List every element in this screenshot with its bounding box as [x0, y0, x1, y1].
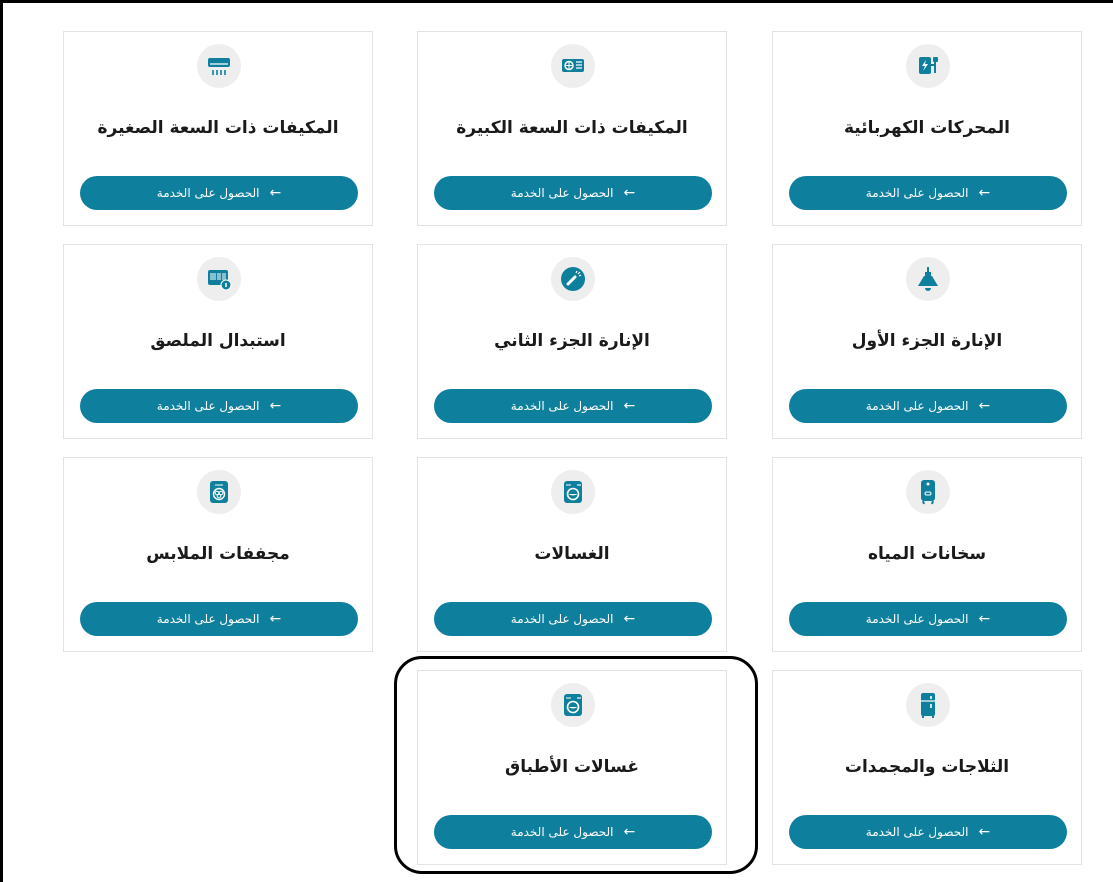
label-barcode-icon	[197, 257, 241, 301]
plug-icon	[906, 44, 950, 88]
get-service-label: الحصول على الخدمة	[156, 612, 260, 626]
service-title: الغسالات	[534, 544, 610, 564]
service-card-refrigerators: الثلاجات والمجمدات الحصول على الخدمة ←	[772, 670, 1082, 865]
service-title: الإنارة الجزء الثاني	[494, 331, 650, 351]
get-service-label: الحصول على الخدمة	[510, 612, 614, 626]
service-card-small-ac: المكيفات ذات السعة الصغيرة الحصول على ال…	[63, 31, 373, 226]
get-service-button[interactable]: الحصول على الخدمة ←	[80, 389, 358, 423]
arrow-left-icon: ←	[978, 611, 991, 627]
arrow-left-icon: ←	[623, 185, 636, 201]
arrow-left-icon: ←	[269, 185, 282, 201]
flashlight-icon	[551, 257, 595, 301]
service-card-clothes-dryers: مجففات الملابس الحصول على الخدمة ←	[63, 457, 373, 652]
service-title: الإنارة الجزء الأول	[851, 331, 1003, 351]
get-service-button[interactable]: الحصول على الخدمة ←	[789, 602, 1067, 636]
get-service-label: الحصول على الخدمة	[865, 399, 969, 413]
get-service-button[interactable]: الحصول على الخدمة ←	[80, 602, 358, 636]
dishwasher-icon	[551, 683, 595, 727]
get-service-label: الحصول على الخدمة	[510, 399, 614, 413]
get-service-button[interactable]: الحصول على الخدمة ←	[80, 176, 358, 210]
get-service-label: الحصول على الخدمة	[865, 612, 969, 626]
get-service-label: الحصول على الخدمة	[510, 186, 614, 200]
ceiling-lamp-icon	[906, 257, 950, 301]
clothes-dryer-icon	[197, 470, 241, 514]
service-card-electric-motors: المحركات الكهربائية الحصول على الخدمة ←	[772, 31, 1082, 226]
get-service-label: الحصول على الخدمة	[865, 186, 969, 200]
arrow-left-icon: ←	[978, 185, 991, 201]
get-service-label: الحصول على الخدمة	[156, 399, 260, 413]
service-title: المكيفات ذات السعة الكبيرة	[456, 118, 688, 138]
service-card-washers: الغسالات الحصول على الخدمة ←	[417, 457, 727, 652]
water-heater-icon	[906, 470, 950, 514]
get-service-button[interactable]: الحصول على الخدمة ←	[434, 176, 712, 210]
service-title: الثلاجات والمجمدات	[844, 757, 1010, 777]
get-service-label: الحصول على الخدمة	[156, 186, 260, 200]
arrow-left-icon: ←	[623, 824, 636, 840]
arrow-left-icon: ←	[269, 611, 282, 627]
service-card-dishwashers: غسالات الأطباق الحصول على الخدمة ←	[417, 670, 727, 865]
arrow-left-icon: ←	[269, 398, 282, 414]
ac-unit-icon	[551, 44, 595, 88]
service-title: غسالات الأطباق	[505, 757, 639, 777]
washing-machine-icon	[551, 470, 595, 514]
service-card-large-ac: المكيفات ذات السعة الكبيرة الحصول على ال…	[417, 31, 727, 226]
service-card-lighting-2: الإنارة الجزء الثاني الحصول على الخدمة ←	[417, 244, 727, 439]
service-title: المحركات الكهربائية	[844, 118, 1010, 138]
arrow-left-icon: ←	[623, 611, 636, 627]
service-title: المكيفات ذات السعة الصغيرة	[97, 118, 339, 138]
refrigerator-icon	[906, 683, 950, 727]
service-card-replace-label: استبدال الملصق الحصول على الخدمة ←	[63, 244, 373, 439]
get-service-button[interactable]: الحصول على الخدمة ←	[434, 389, 712, 423]
service-card-water-heaters: سخانات المياه الحصول على الخدمة ←	[772, 457, 1082, 652]
service-title: مجففات الملابس	[146, 544, 290, 564]
get-service-button[interactable]: الحصول على الخدمة ←	[789, 389, 1067, 423]
get-service-label: الحصول على الخدمة	[865, 825, 969, 839]
get-service-label: الحصول على الخدمة	[510, 825, 614, 839]
arrow-left-icon: ←	[623, 398, 636, 414]
get-service-button[interactable]: الحصول على الخدمة ←	[789, 815, 1067, 849]
arrow-left-icon: ←	[978, 824, 991, 840]
arrow-left-icon: ←	[978, 398, 991, 414]
get-service-button[interactable]: الحصول على الخدمة ←	[434, 815, 712, 849]
get-service-button[interactable]: الحصول على الخدمة ←	[434, 602, 712, 636]
service-card-lighting-1: الإنارة الجزء الأول الحصول على الخدمة ←	[772, 244, 1082, 439]
service-title: استبدال الملصق	[150, 331, 286, 351]
service-title: سخانات المياه	[867, 544, 987, 564]
split-ac-icon	[197, 44, 241, 88]
get-service-button[interactable]: الحصول على الخدمة ←	[789, 176, 1067, 210]
